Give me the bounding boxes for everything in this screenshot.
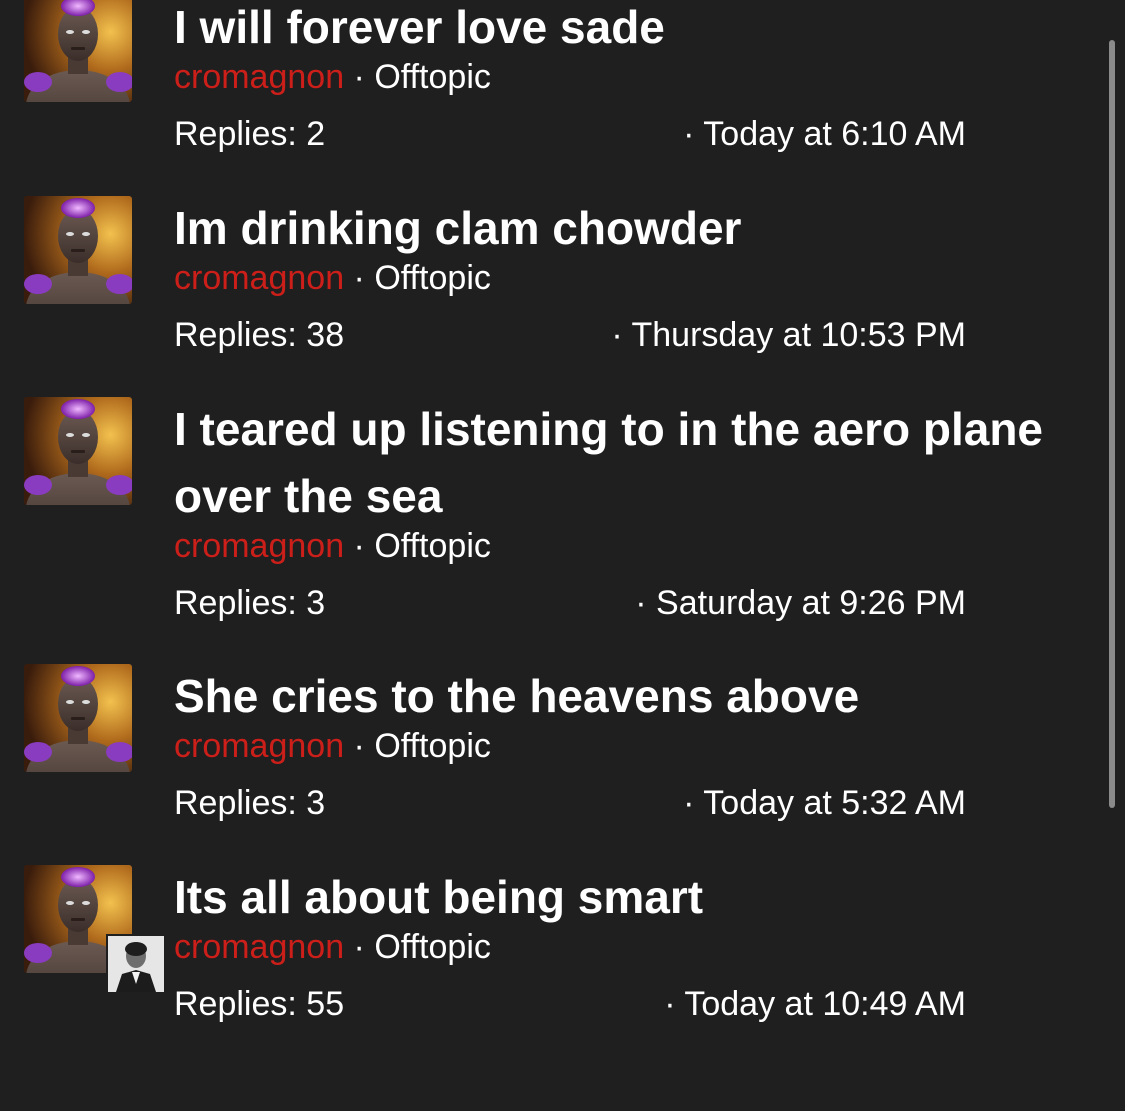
author-link[interactable]: cromagnon <box>174 58 344 96</box>
thread-meta: cromagnon · Offtopic <box>174 724 1094 768</box>
author-link[interactable]: cromagnon <box>174 527 344 565</box>
reply-count: Replies: 55 <box>174 985 345 1023</box>
thread-meta: cromagnon · Offtopic <box>174 524 1094 568</box>
reply-count: Replies: 3 <box>174 784 326 822</box>
thread-content: Im drinking clam chowder cromagnon · Off… <box>174 201 1094 357</box>
thread-content: Its all about being smart cromagnon · Of… <box>174 870 1094 1026</box>
thread-title[interactable]: Its all about being smart <box>174 864 1094 931</box>
last-post-time[interactable]: · Today at 5:32 AM <box>683 781 966 825</box>
thread-title[interactable]: I will forever love sade <box>174 0 1094 61</box>
thread-meta: cromagnon · Offtopic <box>174 256 1094 300</box>
avatar[interactable] <box>24 196 132 304</box>
forum-link[interactable]: Offtopic <box>374 527 491 565</box>
author-link[interactable]: cromagnon <box>174 259 344 297</box>
reply-count: Replies: 3 <box>174 584 326 622</box>
last-post-time[interactable]: · Today at 6:10 AM <box>683 112 966 156</box>
forum-link[interactable]: Offtopic <box>374 727 491 765</box>
thread-content: She cries to the heavens above cromagnon… <box>174 669 1094 825</box>
thread-stats: Replies: 2 · Today at 6:10 AM <box>174 112 1094 156</box>
meta-separator: · <box>344 928 375 966</box>
avatar[interactable] <box>24 397 132 505</box>
thread-stats: Replies: 3 · Saturday at 9:26 PM <box>174 581 1094 625</box>
reply-count: Replies: 2 <box>174 115 326 153</box>
thread-title[interactable]: She cries to the heavens above <box>174 663 1094 730</box>
meta-separator: · <box>344 727 375 765</box>
thread-meta: cromagnon · Offtopic <box>174 55 1094 99</box>
thread-content: I teared up listening to in the aero pla… <box>174 402 1094 625</box>
meta-separator: · <box>344 58 375 96</box>
last-post-time[interactable]: · Today at 10:49 AM <box>664 982 966 1026</box>
last-post-time[interactable]: · Thursday at 10:53 PM <box>611 313 966 357</box>
thread-stats: Replies: 38 · Thursday at 10:53 PM <box>174 313 1094 357</box>
last-post-time[interactable]: · Saturday at 9:26 PM <box>635 581 966 625</box>
avatar[interactable] <box>24 0 132 102</box>
last-poster-avatar[interactable] <box>106 934 166 994</box>
meta-separator: · <box>344 527 375 565</box>
author-link[interactable]: cromagnon <box>174 727 344 765</box>
reply-count: Replies: 38 <box>174 316 345 354</box>
forum-link[interactable]: Offtopic <box>374 259 491 297</box>
scrollbar[interactable] <box>1109 40 1115 808</box>
thread-title[interactable]: Im drinking clam chowder <box>174 195 1094 262</box>
meta-separator: · <box>344 259 375 297</box>
forum-link[interactable]: Offtopic <box>374 928 491 966</box>
forum-link[interactable]: Offtopic <box>374 58 491 96</box>
author-link[interactable]: cromagnon <box>174 928 344 966</box>
thread-list: I will forever love sade cromagnon · Off… <box>0 0 1125 1111</box>
thread-stats: Replies: 3 · Today at 5:32 AM <box>174 781 1094 825</box>
thread-stats: Replies: 55 · Today at 10:49 AM <box>174 982 1094 1026</box>
avatar[interactable] <box>24 664 132 772</box>
thread-content: I will forever love sade cromagnon · Off… <box>174 0 1094 156</box>
thread-meta: cromagnon · Offtopic <box>174 925 1094 969</box>
thread-title[interactable]: I teared up listening to in the aero pla… <box>174 396 1094 530</box>
